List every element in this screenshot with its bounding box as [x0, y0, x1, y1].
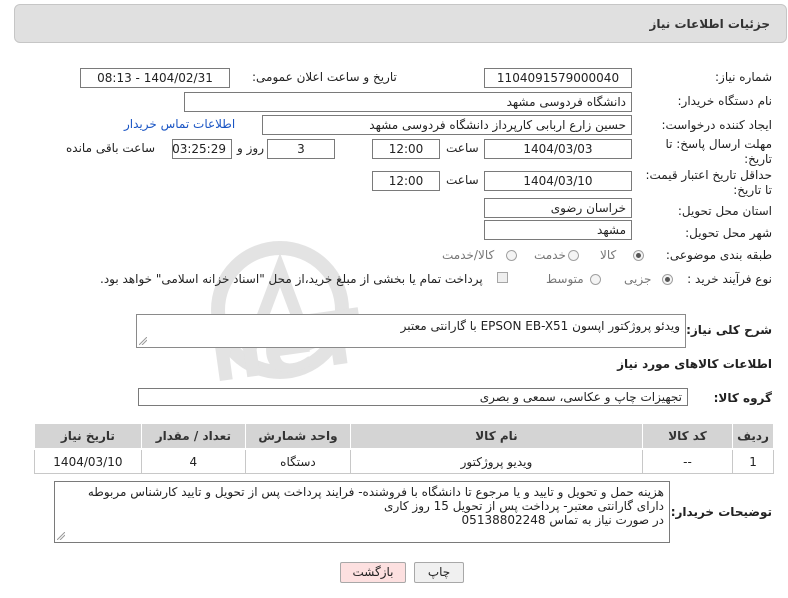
treasury-payment-checkbox[interactable] [497, 272, 508, 283]
price-time-label: ساعت [446, 173, 479, 187]
reply-date-field[interactable]: 1404/03/03 [484, 139, 632, 159]
reply-time-field[interactable]: 12:00 [372, 139, 440, 159]
remaining-label: ساعت باقی مانده [66, 141, 156, 155]
goods-group-label: گروه کالا: [713, 391, 772, 405]
reply-deadline-label: مهلت ارسال پاسخ: تا [665, 137, 772, 151]
cell-need-date: 1404/03/10 [34, 448, 142, 474]
buyer-notes-label: توضیحات خریدار: [670, 505, 772, 519]
buyer-org-label: نام دستگاه خریدار: [677, 94, 773, 108]
price-validity-label-2: تا تاریخ: [733, 183, 772, 197]
category-radio-goods[interactable] [633, 250, 644, 261]
summary-text: ویدئو پروژکتور اپسون EPSON EB-X51 با گار… [400, 319, 680, 333]
cell-unit: دستگاه [244, 448, 352, 474]
requester-label: ایجاد کننده درخواست: [661, 118, 772, 132]
buyer-org-field[interactable]: دانشگاه فردوسی مشهد [184, 92, 632, 112]
print-button[interactable]: چاپ [414, 562, 464, 583]
city-field[interactable]: مشهد [484, 220, 632, 240]
col-header-unit: واحد شمارش [244, 423, 352, 450]
cell-item-name: ویدیو پروژکتور [350, 448, 643, 474]
city-label: شهر محل تحویل: [685, 226, 772, 240]
remaining-time-field[interactable]: 03:25:29 [172, 139, 232, 159]
summary-textarea[interactable]: ویدئو پروژکتور اپسون EPSON EB-X51 با گار… [136, 314, 686, 348]
requester-field[interactable]: حسین زارع اربابی کارپرداز دانشگاه فردوسی… [262, 115, 632, 135]
col-header-item-code: کد کالا [641, 423, 734, 450]
resize-grip-icon[interactable] [57, 532, 65, 540]
items-table: ردیف کد کالا نام کالا واحد شمارش تعداد /… [34, 423, 774, 474]
page-title: جزئیات اطلاعات نیاز [649, 17, 770, 31]
resize-grip-icon[interactable] [139, 337, 147, 345]
process-radio-medium[interactable] [590, 274, 601, 285]
category-radio-service[interactable] [568, 250, 579, 261]
need-number-field[interactable]: 1104091579000040 [484, 68, 632, 88]
days-label: روز و [237, 141, 264, 155]
category-radio-goods-service[interactable] [506, 250, 517, 261]
cell-item-code: -- [641, 448, 734, 474]
process-radio-minor[interactable] [662, 274, 673, 285]
reply-time-label: ساعت [446, 141, 479, 155]
header-panel: جزئیات اطلاعات نیاز [14, 4, 787, 43]
category-label: طبقه بندی موضوعی: [665, 248, 772, 262]
buyer-notes-line-2: دارای گارانتی معتبر- پرداخت پس از تحویل … [384, 499, 664, 513]
cell-row-number: 1 [732, 448, 774, 474]
reply-deadline-label-2: تاریخ: [744, 152, 772, 166]
category-option-service: خدمت [534, 248, 566, 262]
price-time-field[interactable]: 12:00 [372, 171, 440, 191]
days-remaining-field[interactable]: 3 [267, 139, 335, 159]
price-date-field[interactable]: 1404/03/10 [484, 171, 632, 191]
process-option-medium: متوسط [546, 272, 584, 286]
announce-date-field[interactable]: 1404/02/31 - 08:13 [80, 68, 230, 88]
summary-label: شرح کلی نیاز: [686, 323, 772, 337]
province-label: استان محل تحویل: [677, 204, 772, 218]
category-option-goods: کالا [600, 248, 617, 262]
announce-label: تاریخ و ساعت اعلان عمومی: [252, 70, 397, 84]
contact-info-link[interactable]: اطلاعات تماس خریدار [124, 117, 235, 131]
goods-info-title: اطلاعات کالاهای مورد نیاز [617, 357, 772, 371]
buyer-notes-textarea[interactable]: هزینه حمل و تحویل و تایید و یا مرجوع تا … [54, 481, 670, 543]
col-header-quantity: تعداد / مقدار [140, 423, 246, 450]
process-option-minor: جزیی [624, 272, 652, 286]
need-number-label: شماره نیاز: [715, 70, 772, 84]
col-header-item-name: نام کالا [350, 423, 643, 450]
buyer-notes-line-3: در صورت نیاز به تماس 05138802248 [461, 513, 664, 527]
back-button[interactable]: بازگشت [340, 562, 406, 583]
table-header-row: ردیف کد کالا نام کالا واحد شمارش تعداد /… [34, 423, 774, 450]
cell-quantity: 4 [140, 448, 246, 474]
province-field[interactable]: خراسان رضوی [484, 198, 632, 218]
table-row[interactable]: 1 -- ویدیو پروژکتور دستگاه 4 1404/03/10 [34, 448, 774, 474]
treasury-payment-note: پرداخت تمام یا بخشی از مبلغ خرید،از محل … [100, 272, 483, 286]
goods-group-field[interactable]: تجهیزات چاپ و عکاسی، سمعی و بصری [138, 388, 688, 406]
price-validity-label: حداقل تاریخ اعتبار قیمت: [645, 168, 772, 182]
buyer-notes-line-1: هزینه حمل و تحویل و تایید و یا مرجوع تا … [87, 485, 664, 499]
category-option-goods-service: کالا/خدمت [442, 248, 495, 262]
col-header-need-date: تاریخ نیاز [34, 423, 142, 450]
process-label: نوع فرآیند خرید : [687, 272, 772, 286]
col-header-row-number: ردیف [732, 423, 774, 450]
